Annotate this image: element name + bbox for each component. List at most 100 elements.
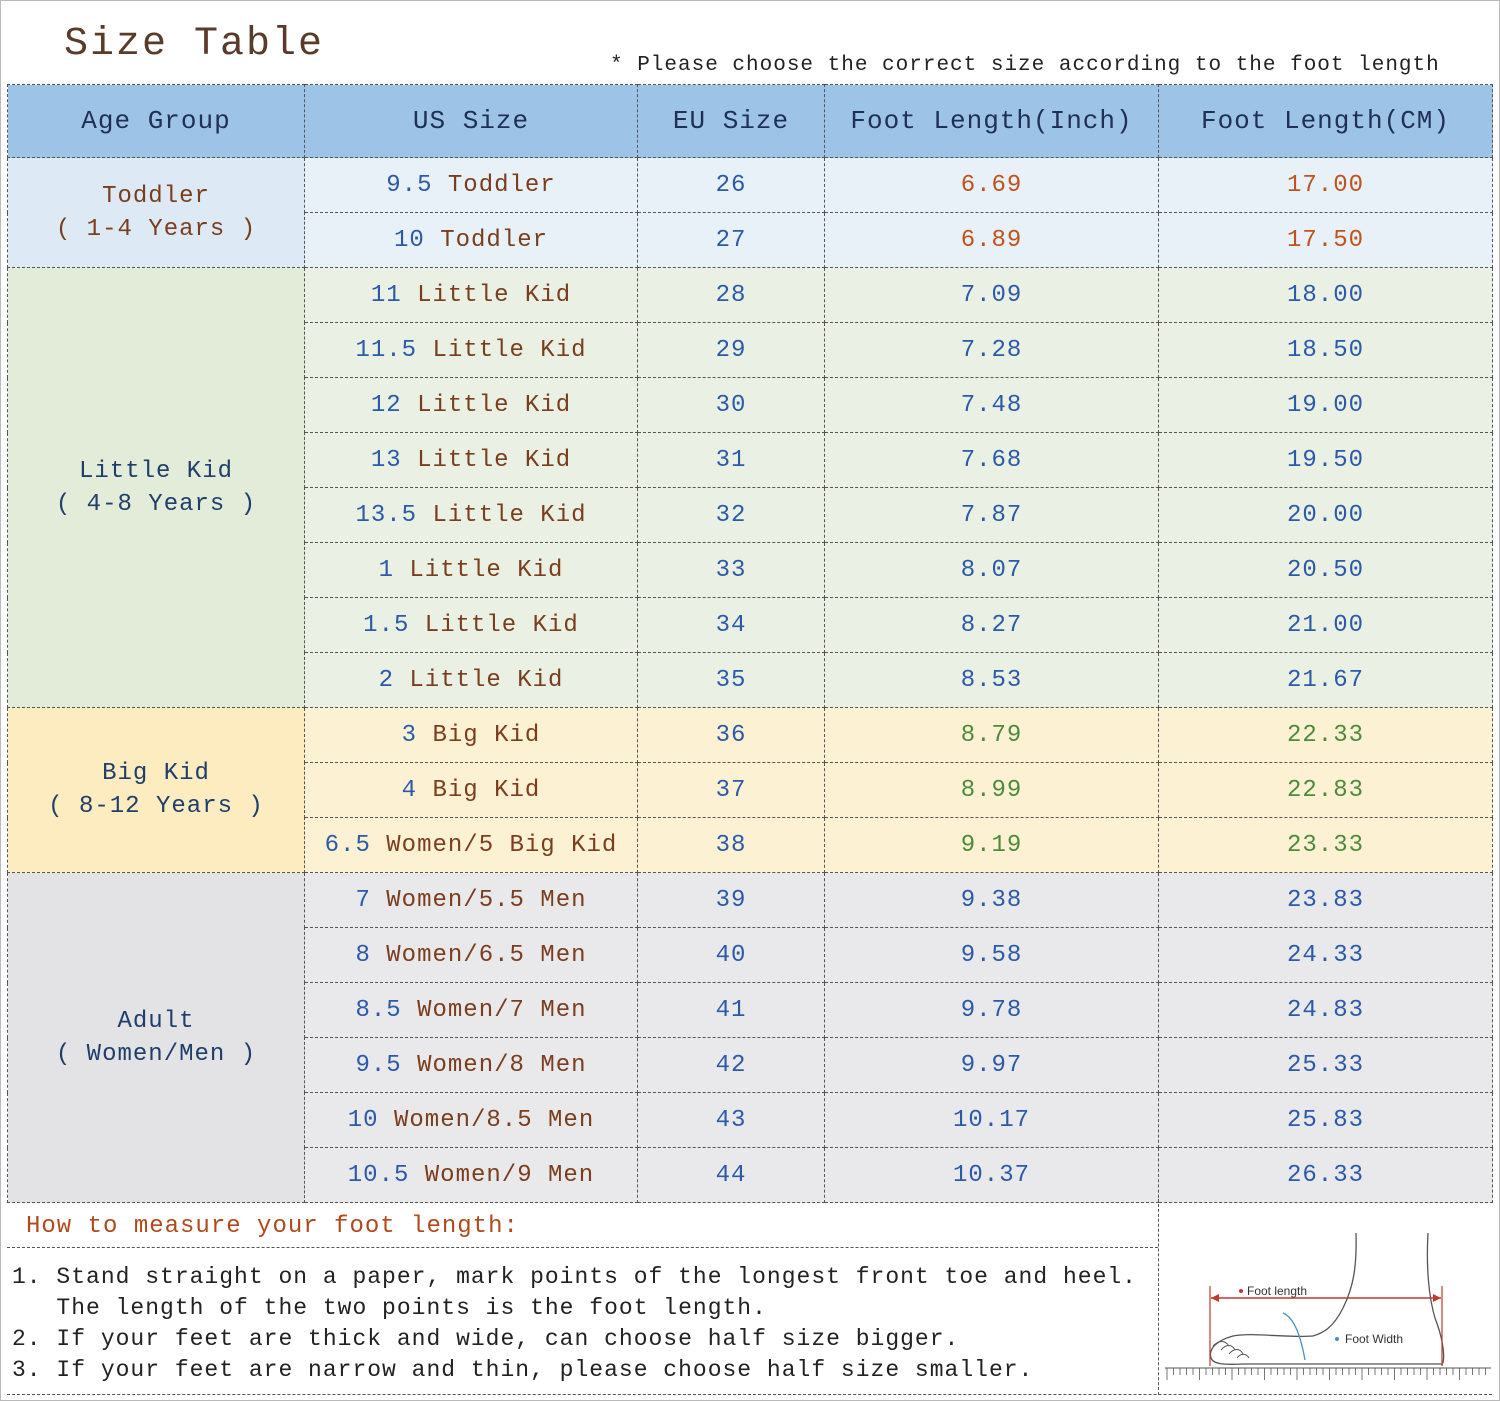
- us-size-cell: 10 Women/8.5 Men: [304, 1092, 638, 1148]
- header-foot-length-cm: Foot Length(CM): [1158, 84, 1493, 158]
- foot-length-inch-cell: 9.38: [824, 872, 1159, 928]
- us-size-number: 11.5: [355, 336, 418, 364]
- foot-length-cm-cell: 21.00: [1158, 597, 1493, 653]
- foot-length-cm-cell: 25.83: [1158, 1092, 1493, 1148]
- age-group-name: Little Kid: [78, 457, 234, 485]
- us-size-label: Women/5 Big Kid: [386, 831, 618, 859]
- table-row: Little Kid( 4-8 Years ) 11 Little Kid 28 7.…: [7, 267, 1493, 708]
- eu-size-cell: 29: [637, 322, 825, 378]
- eu-size-cell: 39: [637, 872, 825, 928]
- table-row: Big Kid ( 8-12 Years ) 3 Big Kid 36 8.79 22.3…: [7, 707, 1493, 873]
- us-size-number: 10.5: [347, 1161, 410, 1189]
- us-size-cell: 13.5 Little Kid: [304, 487, 638, 543]
- size-note: * Please choose the correct size accordi…: [610, 54, 1440, 77]
- foot-length-inch-cell: 8.79: [824, 707, 1159, 763]
- foot-length-inch-cell: 7.68: [824, 432, 1159, 488]
- us-size-number: 8: [355, 941, 371, 969]
- foot-length-cm-cell: 17.50: [1158, 212, 1493, 268]
- measure-step: 3. If your feet are narrow and thin, ple…: [12, 1357, 1034, 1383]
- foot-length-inch-cell: 7.09: [824, 267, 1159, 323]
- us-size-cell: 11.5 Little Kid: [304, 322, 638, 378]
- foot-length-inch-cell: 6.69: [824, 157, 1159, 213]
- foot-length-inch-cell: 8.27: [824, 597, 1159, 653]
- us-size-label: Little Kid: [409, 666, 564, 694]
- age-group-range: ( Women/Men ): [55, 1040, 257, 1068]
- eu-size-cell: 34: [637, 597, 825, 653]
- us-size-cell: 10.5 Women/9 Men: [304, 1147, 638, 1203]
- measure-step: The length of the two points is the foot…: [12, 1295, 767, 1321]
- foot-length-inch-cell: 9.97: [824, 1037, 1159, 1093]
- us-size-cell: 7 Women/5.5 Men: [304, 872, 638, 928]
- header-age-group: Age Group: [7, 84, 305, 158]
- us-size-cell: 9.5 Toddler: [304, 157, 638, 213]
- header-row: Age Group US Size EU Size Foot Length(In…: [7, 84, 1493, 158]
- eu-size-cell: 41: [637, 982, 825, 1038]
- us-size-number: 3: [401, 721, 418, 749]
- foot-length-inch-cell: 9.78: [824, 982, 1159, 1038]
- eu-size-cell: 32: [637, 487, 825, 543]
- us-size-number: 6.5: [324, 831, 371, 859]
- eu-size-cell: 40: [637, 927, 825, 983]
- age-group-range: ( 8-12 Years ): [48, 793, 264, 820]
- us-size-cell: 13 Little Kid: [304, 432, 638, 488]
- foot-length-cm-cell: 22.33: [1158, 707, 1493, 763]
- eu-size-cell: 33: [637, 542, 825, 598]
- eu-size-cell: 27: [637, 212, 825, 268]
- foot-length-inch-cell: 7.87: [824, 487, 1159, 543]
- foot-length-cm-cell: 17.00: [1158, 157, 1493, 213]
- foot-length-cm-cell: 19.50: [1158, 432, 1493, 488]
- table-row: Adult( Women/Men ) 7 Women/5.5 Men 39 9.38 2…: [7, 872, 1493, 1203]
- us-size-label: Big Kid: [432, 776, 541, 804]
- age-group-cell-adult: Adult ( Women/Men ): [7, 872, 305, 1203]
- us-size-cell: 12 Little Kid: [304, 377, 638, 433]
- measure-step: 1. Stand straight on a paper, mark point…: [12, 1264, 1137, 1290]
- us-size-label: Women/8.5 Men: [393, 1106, 595, 1134]
- foot-length-cm-cell: 18.50: [1158, 322, 1493, 378]
- size-table: Age Group US Size EU Size Foot Length(In…: [7, 84, 1493, 1203]
- us-size-cell: 8.5 Women/7 Men: [304, 982, 638, 1038]
- foot-diagram-icon: Foot length Foot Width: [1165, 1232, 1491, 1380]
- diagram-label-length: Foot length: [1247, 1284, 1307, 1298]
- foot-length-cm-cell: 23.33: [1158, 817, 1493, 873]
- us-size-label: Toddler: [447, 171, 556, 199]
- age-group-range: ( 4-8 Years ): [55, 490, 257, 518]
- us-size-label: Little Kid: [424, 611, 579, 639]
- eu-size-cell: 28: [637, 267, 825, 323]
- divider: [7, 1247, 1158, 1248]
- us-size-label: Little Kid: [417, 446, 572, 474]
- us-size-number: 1: [378, 556, 394, 584]
- us-size-label: Women/6.5 Men: [386, 941, 587, 969]
- foot-length-cm-cell: 18.00: [1158, 267, 1493, 323]
- foot-length-cm-cell: 20.50: [1158, 542, 1493, 598]
- us-size-cell: 11 Little Kid: [304, 267, 638, 323]
- us-size-label: Women/7 Men: [417, 996, 587, 1024]
- header-foot-length-inch: Foot Length(Inch): [824, 84, 1159, 158]
- us-size-number: 11: [370, 281, 402, 309]
- eu-size-cell: 36: [637, 707, 825, 763]
- us-size-label: Little Kid: [432, 336, 587, 364]
- us-size-label: Women/5.5 Men: [386, 886, 587, 914]
- foot-length-cm-cell: 25.33: [1158, 1037, 1493, 1093]
- eu-size-cell: 35: [637, 652, 825, 708]
- foot-length-inch-cell: 9.58: [824, 927, 1159, 983]
- us-size-cell: 2 Little Kid: [304, 652, 638, 708]
- us-size-label: Little Kid: [409, 556, 564, 584]
- us-size-label: Big Kid: [432, 721, 541, 749]
- us-size-number: 13: [370, 446, 402, 474]
- foot-length-inch-cell: 8.53: [824, 652, 1159, 708]
- foot-length-inch-cell: 10.37: [824, 1147, 1159, 1203]
- us-size-cell: 1.5 Little Kid: [304, 597, 638, 653]
- us-size-cell: 1 Little Kid: [304, 542, 638, 598]
- foot-length-inch-cell: 8.07: [824, 542, 1159, 598]
- foot-length-cm-cell: 21.67: [1158, 652, 1493, 708]
- eu-size-cell: 44: [637, 1147, 825, 1203]
- foot-length-inch-cell: 6.89: [824, 212, 1159, 268]
- us-size-number: 12: [370, 391, 402, 419]
- us-size-label: Little Kid: [417, 391, 572, 419]
- us-size-number: 1.5: [363, 611, 410, 639]
- age-group-cell-big: Big Kid ( 8-12 Years ): [7, 707, 305, 873]
- age-group-name: Big Kid: [102, 760, 210, 787]
- header-us-size: US Size: [304, 84, 638, 158]
- us-size-number: 10: [347, 1106, 379, 1134]
- table-row: Toddler( 1-4 Years ) 9.5 Toddler 26 6.69 17.…: [7, 157, 1493, 268]
